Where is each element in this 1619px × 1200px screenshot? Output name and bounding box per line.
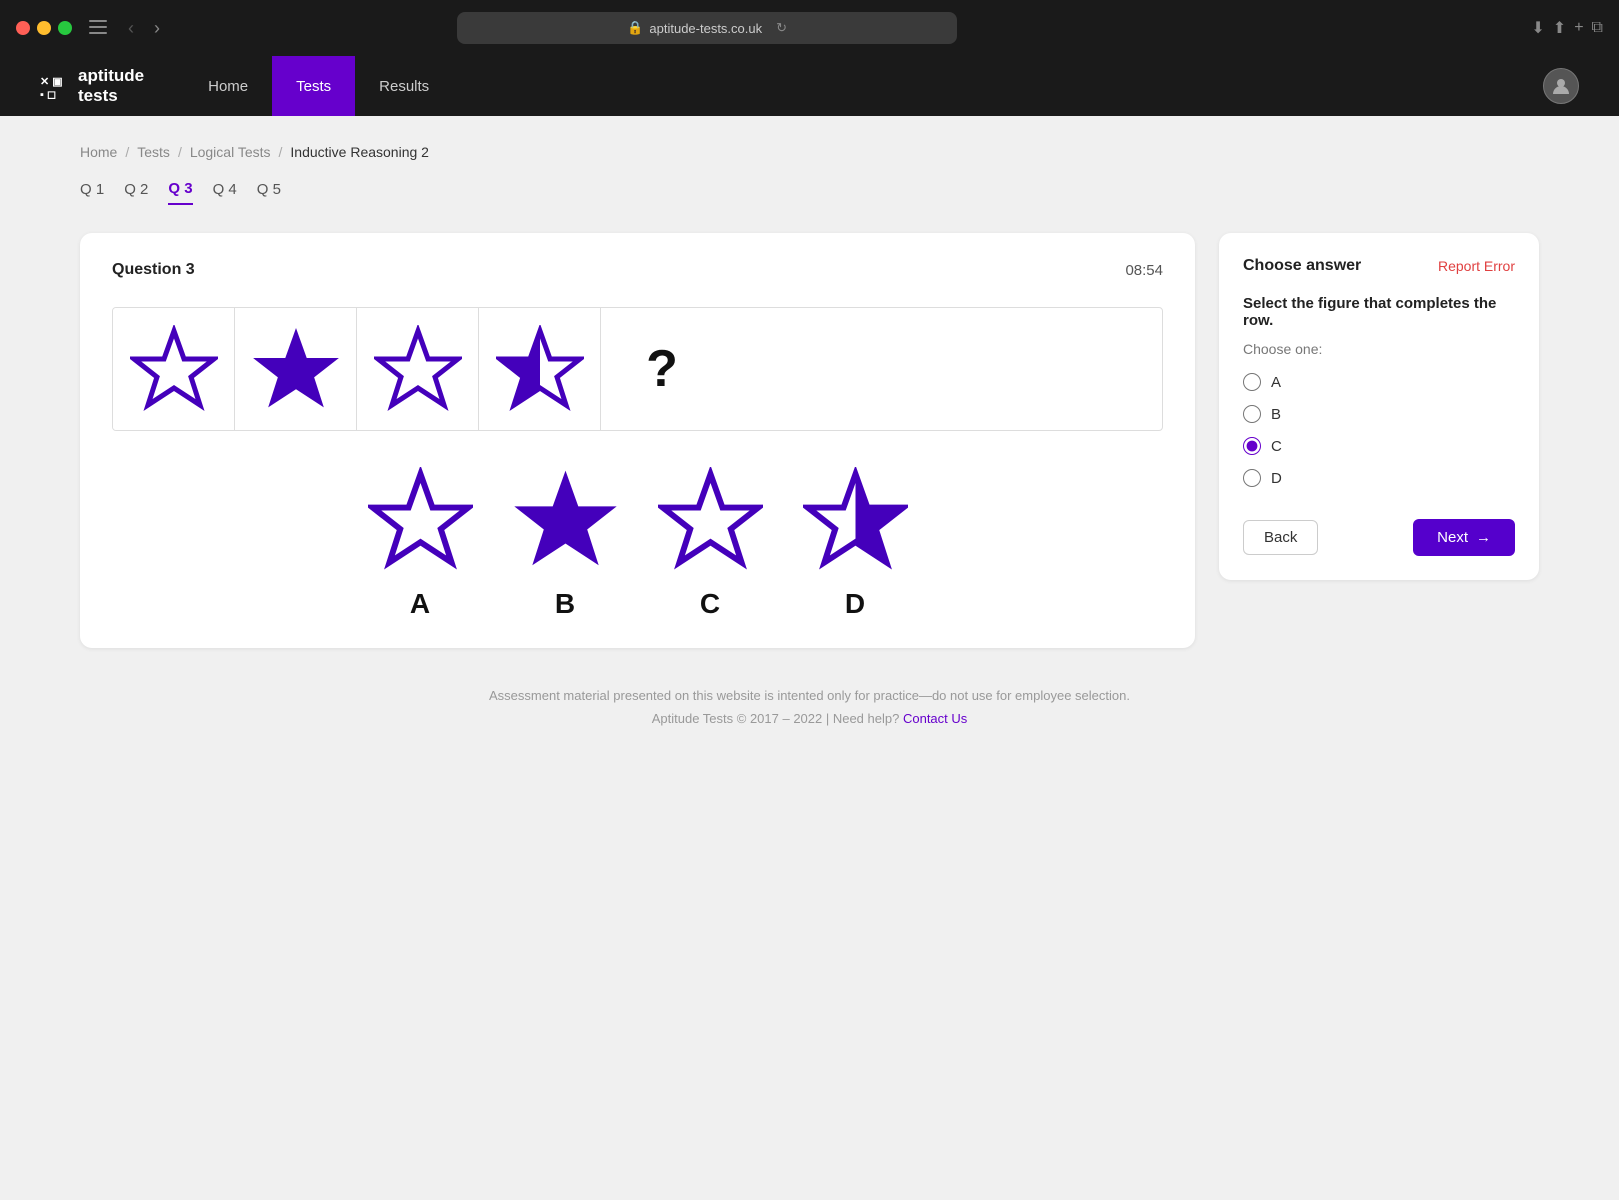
footer-copyright-text: Aptitude Tests © 2017 – 2022 | Need help… (652, 711, 900, 726)
star-option-c (658, 467, 763, 572)
question-header: Question 3 08:54 (112, 261, 1163, 279)
radio-option-a[interactable]: A (1243, 373, 1515, 391)
nav-home[interactable]: Home (184, 56, 272, 116)
arrow-right-icon: → (1476, 529, 1491, 546)
star-cell-3 (357, 308, 479, 430)
radio-b-label: B (1271, 406, 1281, 423)
download-button[interactable]: ⬇ (1531, 18, 1544, 38)
answer-options-visual: A B C (112, 467, 1163, 620)
next-label: Next (1437, 529, 1468, 546)
footer-copyright: Aptitude Tests © 2017 – 2022 | Need help… (100, 711, 1519, 726)
address-bar[interactable]: 🔒 aptitude-tests.co.uk ↻ (457, 12, 957, 44)
radio-option-c[interactable]: C (1243, 437, 1515, 455)
next-button[interactable]: Next → (1413, 519, 1515, 556)
panel-instruction: Select the figure that completes the row… (1243, 295, 1515, 329)
minimize-button[interactable] (37, 21, 51, 35)
radio-option-d[interactable]: D (1243, 469, 1515, 487)
option-a-label: A (410, 588, 430, 620)
tab-q1[interactable]: Q 1 (80, 180, 104, 205)
option-d-label: D (845, 588, 865, 620)
radio-a[interactable] (1243, 373, 1261, 391)
radio-option-b[interactable]: B (1243, 405, 1515, 423)
close-button[interactable] (16, 21, 30, 35)
question-tabs: Q 1 Q 2 Q 3 Q 4 Q 5 (80, 180, 1539, 205)
back-browser-button[interactable]: ‹ (124, 14, 138, 43)
maximize-button[interactable] (58, 21, 72, 35)
star-cell-question: ? (601, 308, 723, 430)
star-option-d (803, 467, 908, 572)
radio-options: A B C D (1243, 373, 1515, 487)
answer-panel: Choose answer Report Error Select the fi… (1219, 233, 1539, 580)
breadcrumb-home[interactable]: Home (80, 144, 117, 160)
svg-text:✕ ▣: ✕ ▣ (40, 76, 63, 88)
nav-user (1543, 68, 1579, 104)
svg-text:▪ ◻: ▪ ◻ (40, 89, 56, 100)
answer-option-b-visual: B (513, 467, 618, 620)
choose-one-label: Choose one: (1243, 341, 1515, 357)
new-tab-button[interactable]: + (1574, 18, 1583, 38)
radio-a-label: A (1271, 374, 1281, 391)
main-layout: Question 3 08:54 (80, 233, 1539, 648)
star-1 (130, 325, 218, 413)
contact-us-link[interactable]: Contact Us (903, 711, 967, 726)
question-timer: 08:54 (1125, 262, 1163, 279)
sidebar-toggle-button[interactable] (84, 17, 112, 39)
back-button[interactable]: Back (1243, 520, 1318, 555)
radio-c-label: C (1271, 438, 1282, 455)
answer-option-c-visual: C (658, 467, 763, 620)
star-cell-4 (479, 308, 601, 430)
star-4 (496, 325, 584, 413)
reload-icon: ↻ (776, 20, 787, 36)
breadcrumb: Home / Tests / Logical Tests / Inductive… (80, 144, 1539, 160)
share-button[interactable]: ⬆ (1553, 18, 1566, 38)
panel-header: Choose answer Report Error (1243, 257, 1515, 275)
navbar: ✕ ▣ ▪ ◻ aptitudetests Home Tests Results (0, 56, 1619, 116)
star-2 (252, 325, 340, 413)
tab-q5[interactable]: Q 5 (257, 180, 281, 205)
breadcrumb-current: Inductive Reasoning 2 (290, 144, 429, 160)
breadcrumb-logical-tests[interactable]: Logical Tests (190, 144, 271, 160)
logo-icon: ✕ ▣ ▪ ◻ (40, 72, 68, 100)
question-mark: ? (646, 339, 678, 399)
nav-tests[interactable]: Tests (272, 56, 355, 116)
star-cell-1 (113, 308, 235, 430)
lock-icon: 🔒 (627, 20, 643, 36)
star-3 (374, 325, 462, 413)
nav-results[interactable]: Results (355, 56, 453, 116)
radio-c[interactable] (1243, 437, 1261, 455)
question-title: Question 3 (112, 261, 195, 279)
url-text: aptitude-tests.co.uk (649, 21, 762, 36)
tab-q4[interactable]: Q 4 (213, 180, 237, 205)
panel-title: Choose answer (1243, 257, 1361, 275)
report-error-button[interactable]: Report Error (1438, 258, 1515, 274)
tab-q3[interactable]: Q 3 (168, 180, 192, 205)
star-pattern-row: ? (112, 307, 1163, 431)
user-avatar[interactable] (1543, 68, 1579, 104)
browser-chrome: ‹ › 🔒 aptitude-tests.co.uk ↻ ⬇ ⬆ + ⧉ (0, 0, 1619, 56)
answer-option-a-visual: A (368, 467, 473, 620)
windows-button[interactable]: ⧉ (1592, 18, 1603, 38)
logo-text: aptitudetests (78, 66, 144, 107)
answer-option-d-visual: D (803, 467, 908, 620)
star-option-b (513, 467, 618, 572)
page-content: Home / Tests / Logical Tests / Inductive… (0, 116, 1619, 1200)
logo: ✕ ▣ ▪ ◻ aptitudetests (40, 66, 144, 107)
footer: Assessment material presented on this we… (80, 648, 1539, 746)
tab-q2[interactable]: Q 2 (124, 180, 148, 205)
forward-browser-button[interactable]: › (150, 14, 164, 43)
nav-links: Home Tests Results (184, 56, 453, 116)
star-option-a (368, 467, 473, 572)
radio-d[interactable] (1243, 469, 1261, 487)
browser-actions: ⬇ ⬆ + ⧉ (1531, 18, 1603, 38)
option-b-label: B (555, 588, 575, 620)
panel-actions: Back Next → (1243, 519, 1515, 556)
radio-b[interactable] (1243, 405, 1261, 423)
star-cell-2 (235, 308, 357, 430)
breadcrumb-tests[interactable]: Tests (137, 144, 170, 160)
footer-disclaimer: Assessment material presented on this we… (100, 688, 1519, 703)
traffic-lights (16, 21, 72, 35)
question-card: Question 3 08:54 (80, 233, 1195, 648)
option-c-label: C (700, 588, 720, 620)
radio-d-label: D (1271, 470, 1282, 487)
